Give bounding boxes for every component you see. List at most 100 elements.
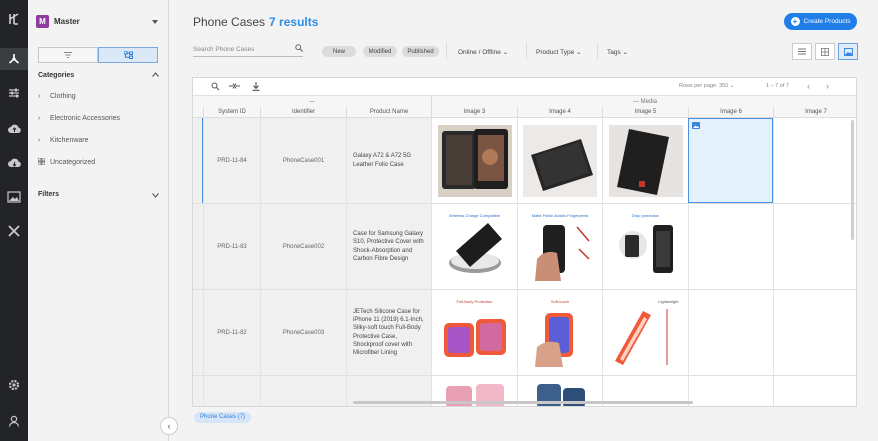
cell-image-3[interactable]: Full-Body Protection [431, 290, 517, 375]
product-image: Wireless Charge Compatible [437, 210, 512, 283]
cell-image-7[interactable] [773, 118, 856, 203]
cell-system-id[interactable] [203, 376, 260, 406]
product-image: Lightweight [608, 296, 683, 369]
cell-product-name[interactable]: Case for Samsung Galaxy S10, Protective … [346, 204, 431, 289]
dropdown-label: Tags [607, 49, 621, 56]
tree-view-button[interactable] [98, 47, 158, 63]
row-handle[interactable] [193, 118, 203, 203]
products-icon[interactable] [0, 48, 28, 70]
search-input[interactable]: Search Phone Cases [193, 42, 303, 57]
cell-system-id[interactable]: PRD-11-83 [203, 204, 260, 289]
user-icon[interactable] [0, 410, 28, 432]
column-header-product-name[interactable]: Product Name [346, 107, 431, 118]
group-header-main: — [309, 98, 315, 105]
row-handle[interactable] [193, 290, 203, 375]
search-placeholder: Search Phone Cases [193, 45, 255, 53]
rows-per-page[interactable]: Rows per page: 350 ⌄ [679, 83, 734, 89]
cell-image-6[interactable] [688, 376, 773, 406]
cell-system-id[interactable]: PRD-11-82 [203, 290, 260, 375]
tools-icon[interactable] [0, 220, 28, 242]
cell-image-5[interactable] [602, 118, 688, 203]
table-row[interactable]: PRD-11-84 PhoneCase001 Galaxy A72 & A72 … [193, 118, 856, 204]
filters-heading[interactable]: Filters [38, 191, 59, 198]
image-icon[interactable] [0, 186, 28, 208]
category-label: Kitchenware [50, 137, 89, 144]
row-handle[interactable] [193, 204, 203, 289]
cell-image-5[interactable]: Drop protection [602, 204, 688, 289]
chip-modified[interactable]: Modified [363, 46, 397, 57]
column-header-image-4[interactable]: Image 4 [517, 107, 602, 118]
cell-system-id[interactable]: PRD-11-84 [203, 118, 260, 203]
cell-image-3[interactable] [431, 118, 517, 203]
cell-identifier[interactable]: PhoneCase001 [260, 118, 346, 203]
chevron-up-icon[interactable] [152, 72, 159, 79]
chevron-down-icon[interactable] [152, 193, 159, 200]
cloud-download-icon[interactable] [0, 152, 28, 174]
cell-image-6[interactable] [688, 118, 773, 203]
cell-identifier[interactable] [260, 376, 346, 406]
caret-down-icon[interactable] [152, 19, 158, 26]
columns-icon[interactable] [229, 82, 240, 92]
category-item-kitchenware[interactable]: › Kitchenware [38, 137, 89, 144]
table-row[interactable]: PRD-11-83 PhoneCase002 Case for Samsung … [193, 204, 856, 290]
cell-image-5[interactable]: Lightweight [602, 290, 688, 375]
cell-image-4[interactable]: Matte Finish Avoids Fingerprints [517, 204, 602, 289]
workspace-selector[interactable]: M Master [36, 15, 80, 28]
online-offline-dropdown[interactable]: Online / Offline ⌄ [458, 48, 508, 56]
list-view-button[interactable] [792, 43, 812, 60]
cell-image-7[interactable] [773, 376, 856, 406]
divider [446, 43, 447, 59]
cell-image-4[interactable]: Soft-touch [517, 290, 602, 375]
column-header-image-5[interactable]: Image 5 [602, 107, 688, 118]
cell-image-3[interactable]: Wireless Charge Compatible [431, 204, 517, 289]
category-item-clothing[interactable]: › Clothing [38, 93, 76, 100]
settings-icon[interactable] [0, 374, 28, 396]
grid-toolbar: Rows per page: 350 ⌄ 1 – 7 of 7 ‹ › [193, 78, 856, 96]
table-row[interactable]: PRD-11-82 PhoneCase003 JETech Silicone C… [193, 290, 856, 376]
search-replace-icon[interactable] [211, 82, 220, 93]
chip-new[interactable]: New [322, 46, 356, 57]
column-header-image-3[interactable]: Image 3 [431, 107, 517, 118]
app-logo-icon[interactable] [0, 8, 28, 30]
category-item-uncategorized[interactable]: Uncategorized [37, 157, 95, 167]
cloud-upload-icon[interactable] [0, 118, 28, 140]
cell-identifier[interactable]: PhoneCase003 [260, 290, 346, 375]
chip-published[interactable]: Published [402, 46, 439, 57]
cell-image-4[interactable] [517, 118, 602, 203]
cell-image-6[interactable] [688, 290, 773, 375]
category-item-electronic-accessories[interactable]: › Electronic Accessories [38, 115, 120, 122]
cell-image-7[interactable] [773, 290, 856, 375]
column-header-identifier[interactable]: Identifier [260, 107, 346, 118]
cell-image-6[interactable] [688, 204, 773, 289]
grid-view-button[interactable] [815, 43, 835, 60]
create-products-button[interactable]: + Create Products [784, 13, 857, 30]
horizontal-scrollbar[interactable] [353, 401, 693, 404]
cell-image-7[interactable] [773, 204, 856, 289]
next-page-icon[interactable]: › [826, 81, 829, 91]
column-header-system-id[interactable]: System ID [203, 107, 260, 118]
cell-product-name[interactable]: JETech Silicone Case for iPhone 11 (2019… [346, 290, 431, 375]
sliders-icon[interactable] [0, 82, 28, 104]
vertical-scrollbar[interactable] [851, 120, 854, 240]
column-header-image-6[interactable]: Image 6 [688, 107, 773, 118]
product-image: Full-Body Protection [437, 296, 512, 369]
filter-icon [64, 52, 72, 58]
upload-image-icon[interactable] [692, 122, 700, 129]
image-caption: Drop protection [631, 212, 660, 218]
categories-heading[interactable]: Categories [38, 72, 74, 79]
cell-product-name[interactable]: Galaxy A72 & A72 5G Leather Folio Case [346, 118, 431, 203]
download-icon[interactable] [252, 82, 260, 93]
image-view-button[interactable] [838, 43, 858, 60]
dropdown-label: Product Type [536, 49, 575, 56]
collection-tab[interactable]: Phone Cases (7) [194, 412, 252, 423]
row-handle[interactable] [193, 376, 203, 406]
tags-dropdown[interactable]: Tags ⌄ [607, 48, 628, 56]
cell-identifier[interactable]: PhoneCase002 [260, 204, 346, 289]
prev-page-icon[interactable]: ‹ [807, 81, 810, 91]
main-content: Phone Cases 7 results + Create Products S… [169, 0, 878, 441]
chevron-right-icon: › [38, 93, 41, 100]
product-type-dropdown[interactable]: Product Type ⌄ [536, 48, 581, 56]
rows-per-page-label: Rows per page: [679, 83, 718, 89]
filter-view-button[interactable] [38, 47, 98, 63]
column-header-image-7[interactable]: Image 7 [773, 107, 856, 118]
